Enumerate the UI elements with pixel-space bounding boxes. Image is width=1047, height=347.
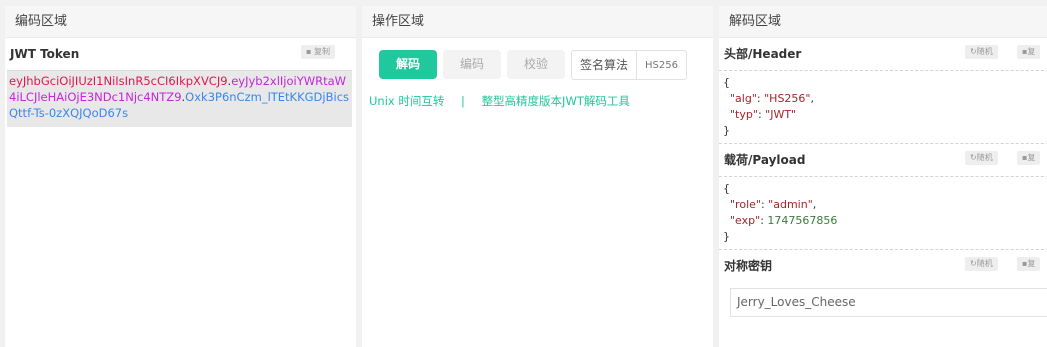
- header-json-editor[interactable]: { "alg": "HS256", "typ": "JWT" }: [719, 70, 1047, 143]
- secret-key-input[interactable]: Jerry_Loves_Cheese: [730, 288, 1047, 317]
- algorithm-value: HS256: [645, 59, 678, 71]
- operation-panel-title: 操作区域: [362, 6, 713, 38]
- verify-button[interactable]: 校验: [507, 50, 565, 79]
- random-header-button[interactable]: ↻随机: [965, 45, 998, 59]
- clipboard-icon: ▪: [306, 47, 312, 56]
- jwt-token-input[interactable]: eyJhbGciOiJIUzI1NiIsInR5cCI6IkpXVCJ9.eyJ…: [7, 70, 352, 127]
- token-header-part: eyJhbGciOiJIUzI1NiIsInR5cCI6IkpXVCJ9: [9, 74, 228, 88]
- payload-json-editor[interactable]: { "role": "admin", "exp": 1747567856 }: [719, 176, 1047, 249]
- jwt-token-label: JWT Token ▪ 复制: [5, 38, 356, 70]
- encode-panel-title: 编码区域: [5, 6, 356, 38]
- random-secret-button[interactable]: ↻随机: [965, 257, 998, 271]
- secret-section-label: 对称密钥 ↻随机 ▪复: [719, 249, 1047, 282]
- decode-panel-title: 解码区域: [719, 6, 1047, 38]
- random-payload-button[interactable]: ↻随机: [965, 151, 998, 165]
- encode-panel: 编码区域 JWT Token ▪ 复制 eyJhbGciOiJIUzI1NiIs…: [5, 6, 356, 347]
- unix-time-link[interactable]: Unix 时间互转: [369, 94, 444, 108]
- payload-section-label: 载荷/Payload ↻随机 ▪复: [719, 143, 1047, 176]
- refresh-icon: ↻: [970, 153, 977, 162]
- decode-button[interactable]: 解码: [379, 50, 437, 79]
- copy-token-button[interactable]: ▪ 复制: [301, 45, 335, 59]
- link-separator: |: [461, 94, 465, 108]
- encode-button[interactable]: 编码: [443, 50, 501, 79]
- copy-header-button[interactable]: ▪复: [1017, 45, 1041, 59]
- header-section-label: 头部/Header ↻随机 ▪复: [719, 38, 1047, 70]
- decode-panel: 解码区域 头部/Header ↻随机 ▪复 { "alg": "HS256", …: [719, 6, 1047, 347]
- refresh-icon: ↻: [970, 47, 977, 56]
- signature-algorithm-select[interactable]: 签名算法 HS256: [571, 50, 687, 80]
- hp-jwt-tool-link[interactable]: 整型高精度版本JWT解码工具: [482, 94, 630, 108]
- copy-secret-button[interactable]: ▪复: [1017, 257, 1041, 271]
- jwt-token-label-text: JWT Token: [10, 47, 80, 61]
- refresh-icon: ↻: [970, 259, 977, 268]
- algorithm-label: 签名算法: [572, 51, 638, 79]
- operation-panel: 操作区域 解码 编码 校验 签名算法 HS256 Unix 时间互转 | 整型高…: [362, 6, 713, 347]
- copy-payload-button[interactable]: ▪复: [1017, 151, 1041, 165]
